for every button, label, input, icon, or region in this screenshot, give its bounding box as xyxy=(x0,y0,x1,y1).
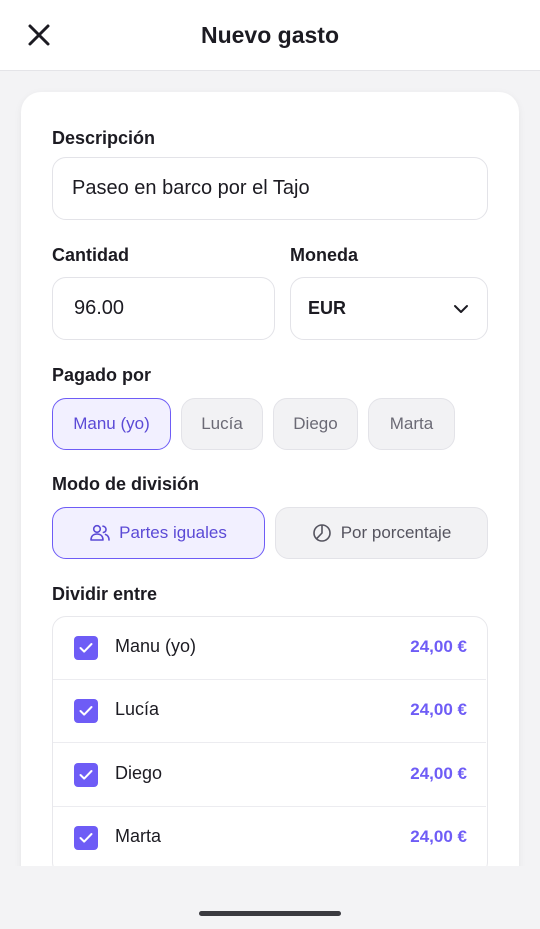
payer-chip-marta[interactable]: Marta xyxy=(368,398,455,450)
checkmark-icon xyxy=(79,643,93,653)
description-field[interactable]: Paseo en barco por el Tajo xyxy=(52,157,488,220)
member-name: Diego xyxy=(115,763,163,783)
member-name: Lucía xyxy=(115,699,160,719)
amount-field[interactable]: 96.00 xyxy=(52,277,275,340)
member-amount: 24,00 € xyxy=(410,827,467,846)
payer-chip-label: Lucía xyxy=(201,414,243,433)
member-checkbox[interactable] xyxy=(74,699,98,723)
member-checkbox[interactable] xyxy=(74,763,98,787)
member-amount: 24,00 € xyxy=(410,637,467,656)
pie-chart-icon xyxy=(312,524,331,542)
checkmark-icon xyxy=(79,833,93,843)
list-item[interactable]: Manu (yo) 24,00 € xyxy=(53,617,486,680)
member-checkbox[interactable] xyxy=(74,826,98,850)
bottom-safe-area xyxy=(0,866,540,929)
payer-chip-manu[interactable]: Manu (yo) xyxy=(52,398,171,450)
chevron-down-icon xyxy=(454,304,468,313)
payer-chip-lucia[interactable]: Lucía xyxy=(181,398,263,450)
split-mode-percentage-button[interactable]: Por porcentaje xyxy=(275,507,488,559)
member-checkbox[interactable] xyxy=(74,636,98,660)
paid-by-label: Pagado por xyxy=(52,365,152,385)
split-mode-label: Modo de división xyxy=(52,474,199,494)
split-members-list: Manu (yo) 24,00 € Lucía 24,00 € Diego 24… xyxy=(52,616,488,866)
users-icon xyxy=(90,524,110,541)
split-between-label: Dividir entre xyxy=(52,584,158,604)
form-scroll-area[interactable]: Descripción Paseo en barco por el Tajo C… xyxy=(0,71,540,866)
list-item[interactable]: Marta 24,00 € xyxy=(53,807,486,866)
home-indicator[interactable] xyxy=(199,911,341,916)
amount-label: Cantidad xyxy=(52,245,130,265)
split-mode-equal-label: Partes iguales xyxy=(119,523,227,542)
currency-label: Moneda xyxy=(290,245,359,265)
member-name: Marta xyxy=(115,826,162,846)
list-item[interactable]: Lucía 24,00 € xyxy=(53,680,486,743)
page-title: Nuevo gasto xyxy=(200,22,340,48)
payer-chip-label: Diego xyxy=(293,414,338,433)
currency-value: EUR xyxy=(308,298,347,318)
member-name: Manu (yo) xyxy=(115,636,197,656)
payer-chip-label: Marta xyxy=(389,414,434,433)
list-item[interactable]: Diego 24,00 € xyxy=(53,744,486,807)
split-mode-equal-button[interactable]: Partes iguales xyxy=(52,507,265,559)
amount-value: 96.00 xyxy=(74,297,125,319)
member-amount: 24,00 € xyxy=(410,700,467,719)
payer-chip-diego[interactable]: Diego xyxy=(273,398,358,450)
checkmark-icon xyxy=(79,706,93,716)
currency-select[interactable]: EUR xyxy=(290,277,488,340)
checkmark-icon xyxy=(79,770,93,780)
top-bar: Nuevo gasto xyxy=(0,0,540,71)
description-label: Descripción xyxy=(52,128,156,148)
description-value: Paseo en barco por el Tajo xyxy=(72,177,310,199)
split-mode-percentage-label: Por porcentaje xyxy=(340,523,452,542)
member-amount: 24,00 € xyxy=(410,764,467,783)
payer-chip-label: Manu (yo) xyxy=(73,414,150,433)
